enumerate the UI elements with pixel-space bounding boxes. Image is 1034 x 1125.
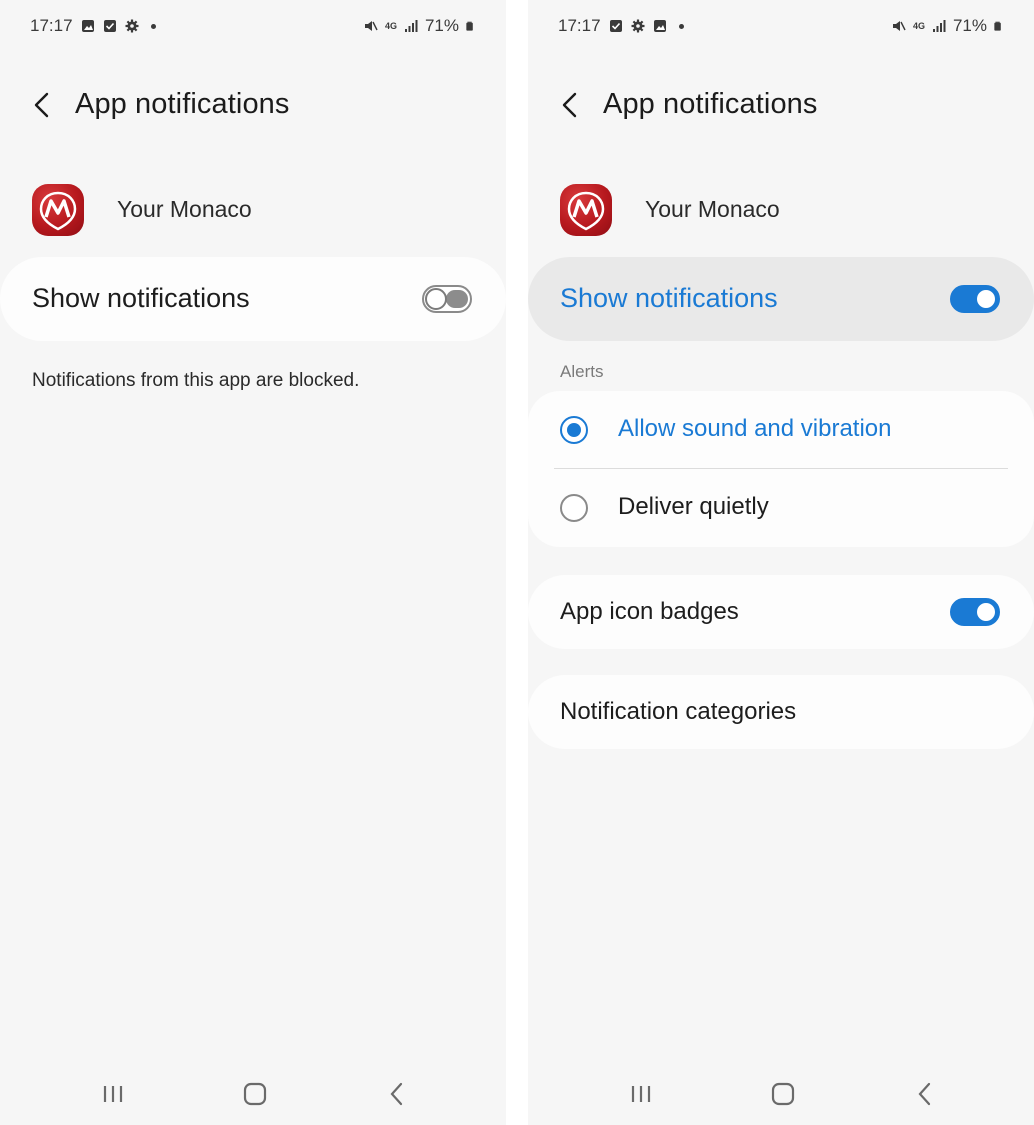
back-nav-icon[interactable] <box>910 1079 940 1109</box>
battery-percent: 71% <box>952 16 987 35</box>
app-icon-badges-label: App icon badges <box>560 598 739 625</box>
network-type-icon: 4G <box>384 20 397 31</box>
show-notifications-toggle[interactable] <box>422 285 472 313</box>
mute-icon <box>364 21 378 31</box>
show-notifications-row[interactable]: Show notifications <box>528 257 1034 341</box>
toggle-knob <box>975 601 997 623</box>
network-type-icon: 4G <box>912 20 925 31</box>
status-bar: 17:17 4G 71% <box>30 16 476 40</box>
status-bar: 17:17 4G 71% <box>558 16 1004 40</box>
notification-dot-icon <box>150 23 156 29</box>
app-icon-badges-row[interactable]: App icon badges <box>528 575 1034 649</box>
signal-icon <box>404 20 418 32</box>
home-icon[interactable] <box>768 1079 798 1109</box>
alert-option-label: Allow sound and vibration <box>618 415 892 442</box>
app-icon-badges-toggle[interactable] <box>950 598 1000 626</box>
back-arrow-icon[interactable] <box>558 90 584 120</box>
page-title: App notifications <box>75 88 290 120</box>
show-notifications-row[interactable]: Show notifications <box>0 257 506 341</box>
mute-icon <box>892 21 906 31</box>
toggle-knob <box>425 288 447 310</box>
settings-icon <box>631 19 645 33</box>
app-info-row: Your Monaco <box>560 182 1004 236</box>
alerts-section-label: Alerts <box>560 362 604 381</box>
notification-categories-label: Notification categories <box>560 698 797 725</box>
alert-option-deliver-quietly[interactable]: Deliver quietly <box>528 469 1034 547</box>
status-time: 17:17 <box>558 16 601 35</box>
blocked-message: Notifications from this app are blocked. <box>32 370 360 391</box>
right-screen: 17:17 4G 71% App notifications Your Mona… <box>528 0 1034 1125</box>
navigation-bar <box>528 1061 1034 1125</box>
notification-categories-row[interactable]: Notification categories <box>528 675 1034 749</box>
app-name: Your Monaco <box>645 196 780 222</box>
app-name: Your Monaco <box>117 196 252 222</box>
toggle-knob <box>975 288 997 310</box>
checkbox-icon <box>609 20 622 32</box>
alerts-card: Allow sound and vibration Deliver quietl… <box>528 391 1034 547</box>
battery-percent: 71% <box>424 16 459 35</box>
recent-apps-icon[interactable] <box>98 1079 128 1109</box>
battery-icon <box>466 21 473 31</box>
battery-icon <box>994 21 1001 31</box>
signal-icon <box>932 20 946 32</box>
gallery-icon <box>81 20 94 32</box>
left-screen: 17:17 4G 71% App notifications Your Mona… <box>0 0 506 1125</box>
show-notifications-label: Show notifications <box>560 283 778 313</box>
checkbox-icon <box>103 20 116 32</box>
show-notifications-toggle[interactable] <box>950 285 1000 313</box>
navigation-bar <box>0 1061 506 1125</box>
alert-option-label: Deliver quietly <box>618 493 769 520</box>
show-notifications-label: Show notifications <box>32 283 250 313</box>
status-time: 17:17 <box>30 16 73 35</box>
recent-apps-icon[interactable] <box>626 1079 656 1109</box>
settings-icon <box>125 19 139 33</box>
home-icon[interactable] <box>240 1079 270 1109</box>
radio-selected-icon[interactable] <box>560 416 588 444</box>
page-title: App notifications <box>603 88 818 120</box>
your-monaco-app-icon <box>32 184 84 236</box>
app-info-row: Your Monaco <box>32 182 476 236</box>
your-monaco-app-icon <box>560 184 612 236</box>
alert-option-sound-vibration[interactable]: Allow sound and vibration <box>528 391 1034 469</box>
back-arrow-icon[interactable] <box>30 90 56 120</box>
back-nav-icon[interactable] <box>382 1079 412 1109</box>
header: App notifications <box>558 84 1004 128</box>
gallery-icon <box>653 20 666 32</box>
notification-dot-icon <box>678 23 684 29</box>
header: App notifications <box>30 84 476 128</box>
radio-unselected-icon[interactable] <box>560 494 588 522</box>
